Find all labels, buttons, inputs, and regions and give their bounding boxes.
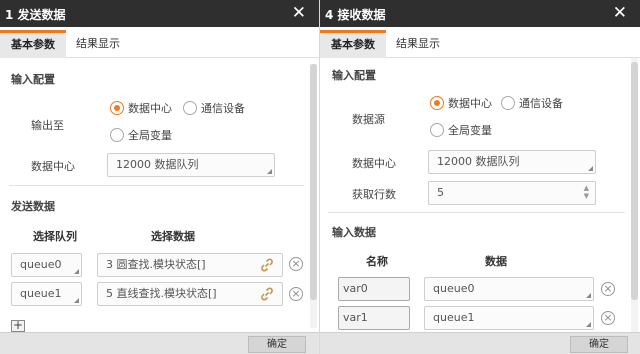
fetch-rows-label: 获取行数 [352,188,396,201]
radio-datacenter[interactable]: 数据中心 [110,100,172,116]
radio-checked-icon [110,101,124,115]
panel-title: 4 接收数据 [325,8,386,22]
tab-result-display[interactable]: 结果显示 [385,30,451,58]
dropdown-corner-icon [586,293,591,298]
section-input-data: 输入数据 [332,226,376,239]
delete-row-icon[interactable]: × [289,257,303,271]
datacenter-value: 12000 数据队列 [437,155,520,168]
title-bar: 1 发送数据 ✕ [0,0,319,27]
data-value: queue0 [433,282,475,295]
tab-result-display[interactable]: 结果显示 [65,30,131,58]
radio-label: 数据中心 [448,97,492,110]
radio-unchecked-icon [183,101,197,115]
close-icon[interactable]: ✕ [613,3,627,23]
var-name-value: var0 [343,282,368,295]
radio-comm-device[interactable]: 通信设备 [183,100,245,116]
data-select[interactable]: 3 圆查找.模块状态[] [97,253,283,277]
var-name-value: var1 [343,311,368,324]
dropdown-corner-icon [74,269,79,274]
datacenter-value: 12000 数据队列 [116,158,199,171]
queue-value: queue1 [20,287,62,300]
data-value: queue1 [433,311,475,324]
tab-basic-params[interactable]: 基本参数 [0,30,66,58]
scrollbar[interactable] [631,58,638,332]
data-select[interactable]: queue0 [424,277,594,301]
radio-unchecked-icon [110,128,124,142]
datacenter-select[interactable]: 12000 数据队列 [107,153,275,177]
radio-unchecked-icon [430,123,444,137]
ok-button[interactable]: 确定 [570,336,628,353]
divider [9,185,304,186]
datacenter-label: 数据中心 [31,160,75,173]
data-value: 5 直线查找.模块状态[] [106,287,217,300]
output-to-label: 输出至 [31,119,64,132]
panel-content: 输入配置 输出至 数据中心 通信设备 全局变量 数据中心 12000 数据队列 … [0,59,307,332]
tab-bar: 基本参数 结果显示 [0,27,319,58]
data-source-label: 数据源 [352,113,385,126]
delete-row-icon[interactable]: × [289,287,303,301]
var-name-field[interactable]: var0 [338,277,410,301]
close-icon[interactable]: ✕ [292,3,306,23]
radio-label: 全局变量 [448,124,492,137]
panel-title: 1 发送数据 [5,8,66,22]
data-value: 3 圆查找.模块状态[] [106,258,206,271]
send-data-panel: 1 发送数据 ✕ 基本参数 结果显示 输入配置 输出至 数据中心 通信设备 全局… [0,0,319,354]
section-input-config: 输入配置 [11,73,55,86]
radio-global-var[interactable]: 全局变量 [430,122,492,138]
dropdown-corner-icon [588,166,593,171]
datacenter-select[interactable]: 12000 数据队列 [428,150,596,174]
receive-data-panel: 4 接收数据 ✕ 基本参数 结果显示 输入配置 数据源 数据中心 通信设备 全局… [320,0,640,354]
datacenter-label: 数据中心 [352,157,396,170]
radio-comm-device[interactable]: 通信设备 [501,95,563,111]
delete-row-icon[interactable]: × [601,282,615,296]
link-icon[interactable] [260,258,274,272]
panel-content: 输入配置 数据源 数据中心 通信设备 全局变量 数据中心 12000 数据队列 … [320,59,628,332]
fetch-rows-stepper[interactable]: 5 ▲ ▼ [428,181,596,205]
fetch-rows-value: 5 [437,186,444,199]
title-bar: 4 接收数据 ✕ [320,0,640,27]
radio-label: 数据中心 [128,102,172,115]
add-row-button[interactable]: + [11,319,25,332]
dropdown-corner-icon [586,322,591,327]
col-select-data: 选择数据 [151,230,195,243]
delete-row-icon[interactable]: × [601,311,615,325]
link-icon[interactable] [260,287,274,301]
ok-button[interactable]: 确定 [248,336,306,353]
radio-label: 全局变量 [128,129,172,142]
scrollbar-thumb[interactable] [310,64,317,300]
radio-label: 通信设备 [201,102,245,115]
panel-footer: 确定 [0,332,319,354]
radio-label: 通信设备 [519,97,563,110]
dropdown-corner-icon [74,298,79,303]
scrollbar[interactable] [310,64,317,328]
panel-footer: 确定 [320,332,640,354]
radio-global-var[interactable]: 全局变量 [110,127,172,143]
scrollbar-thumb[interactable] [631,62,638,300]
section-send-data: 发送数据 [11,200,55,213]
col-data: 数据 [485,255,507,268]
queue-select[interactable]: queue0 [11,253,82,277]
radio-datacenter[interactable]: 数据中心 [430,95,492,111]
tab-bar: 基本参数 结果显示 [320,27,640,58]
radio-unchecked-icon [501,96,515,110]
tab-basic-params[interactable]: 基本参数 [320,30,386,58]
data-select[interactable]: 5 直线查找.模块状态[] [97,282,283,306]
queue-select[interactable]: queue1 [11,282,82,306]
var-name-field[interactable]: var1 [338,306,410,330]
dropdown-corner-icon [267,169,272,174]
radio-checked-icon [430,96,444,110]
stepper-arrows-icon[interactable]: ▲ ▼ [584,184,589,200]
divider [328,212,625,213]
col-select-queue: 选择队列 [33,230,77,243]
data-select[interactable]: queue1 [424,306,594,330]
col-name: 名称 [366,255,388,268]
section-input-config: 输入配置 [332,69,376,82]
queue-value: queue0 [20,258,62,271]
